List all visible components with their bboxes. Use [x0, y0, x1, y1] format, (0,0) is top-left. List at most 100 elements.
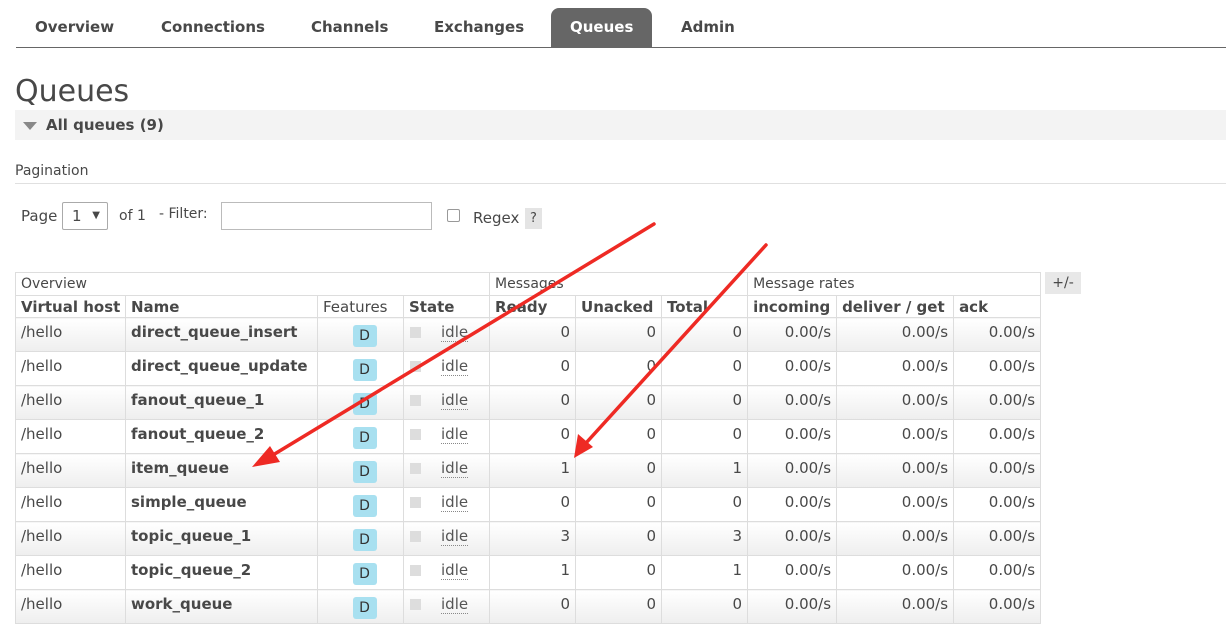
ack-rate-cell: 0.00/s: [953, 317, 1042, 352]
ready-cell: 0: [489, 385, 577, 420]
state-text: idle: [441, 595, 469, 614]
durable-badge: D: [352, 461, 377, 483]
virtual-host-cell: /hello: [15, 589, 126, 624]
features-cell: D: [317, 589, 404, 624]
table-row[interactable]: /hello item_queue Didle 1 0 1 0.00/s 0.00/s 0.00…: [15, 453, 1042, 488]
state-cell: idle: [402, 521, 491, 556]
deliver-rate-cell: 0.00/s: [836, 351, 955, 386]
tab-connections[interactable]: Connections: [142, 8, 284, 47]
ack-rate-cell: 0.00/s: [953, 419, 1042, 454]
tab-overview[interactable]: Overview: [16, 8, 133, 47]
tab-channels[interactable]: Channels: [292, 8, 407, 47]
tab-queues[interactable]: Queues: [551, 8, 653, 47]
features-cell: D: [317, 385, 404, 420]
unacked-cell: 0: [575, 521, 663, 556]
regex-checkbox[interactable]: [447, 209, 460, 222]
queue-name-link[interactable]: simple_queue: [125, 487, 318, 522]
filter-input[interactable]: [221, 202, 432, 230]
page-label: Page: [21, 207, 58, 225]
page-select[interactable]: 1 ▼: [62, 202, 108, 230]
queue-name-link[interactable]: topic_queue_2: [125, 555, 318, 590]
features-cell: D: [317, 521, 404, 556]
virtual-host-cell: /hello: [15, 521, 126, 556]
main-nav-tabs: Overview Connections Channels Exchanges …: [16, 8, 1226, 48]
ack-rate-cell: 0.00/s: [953, 487, 1042, 522]
state-cell: idle: [402, 589, 491, 624]
incoming-rate-cell: 0.00/s: [747, 419, 838, 454]
state-cell: idle: [402, 351, 491, 386]
incoming-rate-cell: 0.00/s: [747, 521, 838, 556]
deliver-rate-cell: 0.00/s: [836, 419, 955, 454]
ack-rate-cell: 0.00/s: [953, 453, 1042, 488]
state-text: idle: [441, 459, 469, 478]
caret-down-icon: ▼: [92, 210, 100, 221]
queue-name-link[interactable]: work_queue: [125, 589, 318, 624]
column-header-incoming[interactable]: incoming: [747, 295, 838, 318]
table-row[interactable]: /hello fanout_queue_2 Didle 0 0 0 0.00/s 0.00/s…: [15, 419, 1042, 454]
unacked-cell: 0: [575, 351, 663, 386]
column-header-deliver-get[interactable]: deliver / get: [836, 295, 955, 318]
unacked-cell: 0: [575, 487, 663, 522]
column-header-name[interactable]: Name: [125, 295, 318, 318]
table-row[interactable]: /hello work_queue Didle 0 0 0 0.00/s 0.00/s 0.00…: [15, 589, 1042, 624]
features-cell: D: [317, 555, 404, 590]
column-header-virtual-host[interactable]: Virtual host: [15, 295, 126, 318]
durable-badge: D: [352, 597, 377, 619]
table-row[interactable]: /hello topic_queue_1 Didle 3 0 3 0.00/s 0.00/s 0…: [15, 521, 1042, 556]
durable-badge: D: [352, 359, 377, 381]
state-text: idle: [441, 357, 469, 376]
column-header-state[interactable]: State: [402, 295, 491, 318]
column-header-ready[interactable]: Ready: [489, 295, 577, 318]
incoming-rate-cell: 0.00/s: [747, 487, 838, 522]
durable-badge: D: [352, 563, 377, 585]
features-cell: D: [317, 317, 404, 352]
state-text: idle: [441, 323, 469, 342]
table-row[interactable]: /hello fanout_queue_1 Didle 0 0 0 0.00/s 0.00/s…: [15, 385, 1042, 420]
table-row[interactable]: /hello simple_queue Didle 0 0 0 0.00/s 0.00/s 0.…: [15, 487, 1042, 522]
durable-badge: D: [352, 427, 377, 449]
queue-name-link[interactable]: item_queue: [125, 453, 318, 488]
column-header-unacked[interactable]: Unacked: [575, 295, 663, 318]
ack-rate-cell: 0.00/s: [953, 589, 1042, 624]
regex-help-button[interactable]: ?: [525, 208, 542, 229]
tab-admin[interactable]: Admin: [662, 8, 754, 47]
table-row[interactable]: /hello direct_queue_insert Didle 0 0 0 0.00/s 0…: [15, 317, 1042, 352]
features-cell: D: [317, 453, 404, 488]
all-queues-section-toggle[interactable]: All queues (9): [15, 110, 1226, 140]
unacked-cell: 0: [575, 385, 663, 420]
incoming-rate-cell: 0.00/s: [747, 385, 838, 420]
total-cell: 1: [661, 453, 749, 488]
ready-cell: 0: [489, 487, 577, 522]
page-select-value: 1: [72, 207, 82, 225]
columns-toggle-button[interactable]: +/-: [1045, 272, 1081, 294]
state-cell: idle: [402, 419, 491, 454]
incoming-rate-cell: 0.00/s: [747, 453, 838, 488]
column-header-total[interactable]: Total: [661, 295, 749, 318]
state-text: idle: [441, 425, 469, 444]
state-indicator-icon: [410, 395, 421, 406]
virtual-host-cell: /hello: [15, 453, 126, 488]
deliver-rate-cell: 0.00/s: [836, 521, 955, 556]
durable-badge: D: [352, 325, 377, 347]
total-cell: 1: [661, 555, 749, 590]
queue-name-link[interactable]: fanout_queue_2: [125, 419, 318, 454]
state-cell: idle: [402, 317, 491, 352]
queue-name-link[interactable]: direct_queue_update: [125, 351, 318, 386]
incoming-rate-cell: 0.00/s: [747, 351, 838, 386]
queue-name-link[interactable]: topic_queue_1: [125, 521, 318, 556]
deliver-rate-cell: 0.00/s: [836, 589, 955, 624]
unacked-cell: 0: [575, 317, 663, 352]
table-row[interactable]: /hello direct_queue_update Didle 0 0 0 0.00/s 0…: [15, 351, 1042, 386]
queue-name-link[interactable]: direct_queue_insert: [125, 317, 318, 352]
features-cell: D: [317, 419, 404, 454]
deliver-rate-cell: 0.00/s: [836, 453, 955, 488]
tab-exchanges[interactable]: Exchanges: [415, 8, 543, 47]
incoming-rate-cell: 0.00/s: [747, 555, 838, 590]
queue-name-link[interactable]: fanout_queue_1: [125, 385, 318, 420]
column-header-ack[interactable]: ack: [953, 295, 1042, 318]
ack-rate-cell: 0.00/s: [953, 521, 1042, 556]
state-indicator-icon: [410, 599, 421, 610]
virtual-host-cell: /hello: [15, 419, 126, 454]
table-row[interactable]: /hello topic_queue_2 Didle 1 0 1 0.00/s 0.00/s 0…: [15, 555, 1042, 590]
state-indicator-icon: [410, 429, 421, 440]
